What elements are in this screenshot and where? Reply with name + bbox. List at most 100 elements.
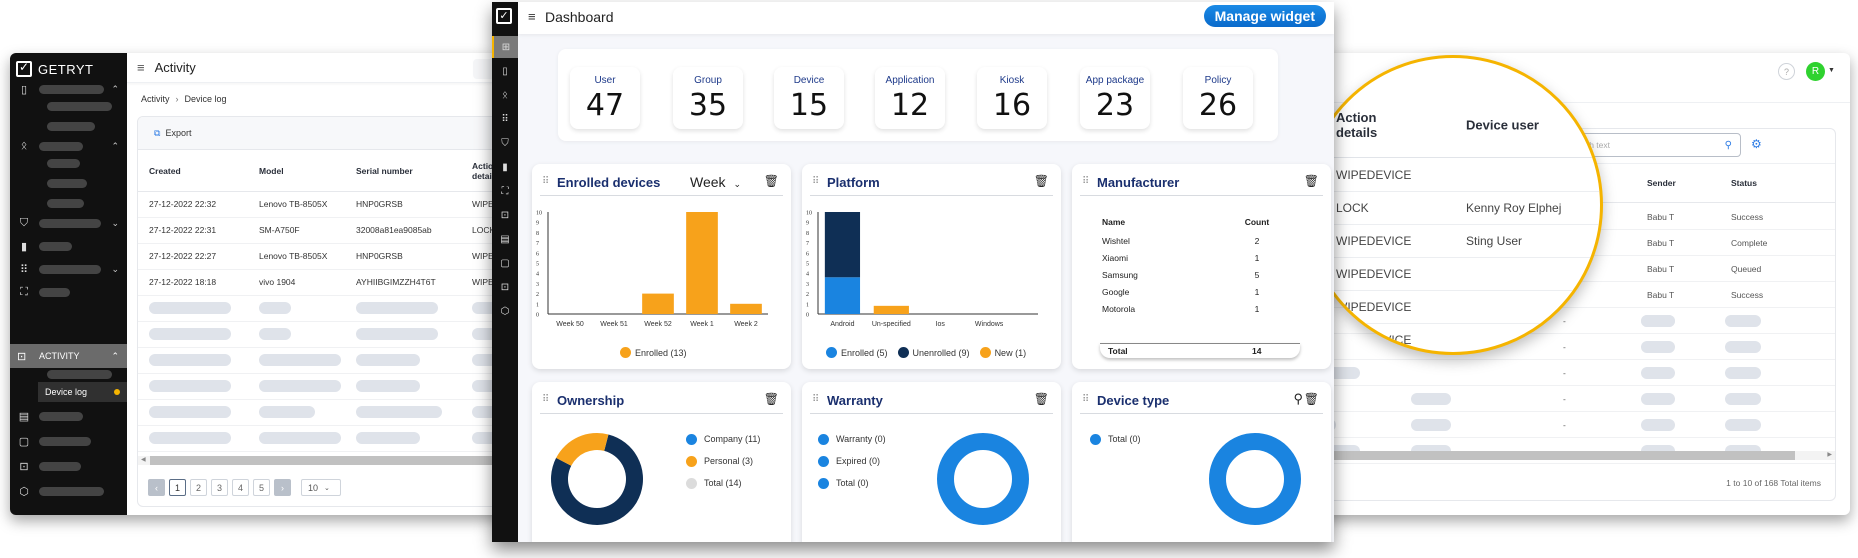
drag-handle-icon[interactable]: ⠿ xyxy=(812,394,819,405)
sidebar-item-apps[interactable]: ⠿ ⌄ xyxy=(10,259,127,279)
table-row[interactable]: 27-12-2022 22:27Lenovo TB-8505XHNP0GRSBW… xyxy=(138,243,526,270)
col-created[interactable]: Created xyxy=(138,151,248,192)
legend-item-total[interactable]: Total (0) xyxy=(818,472,886,494)
avatar[interactable]: R xyxy=(1806,62,1825,81)
nav-map[interactable]: ⛶ xyxy=(492,180,518,202)
nav-security[interactable]: ⛉ xyxy=(492,132,518,154)
legend-item-total[interactable]: Total (14) xyxy=(686,472,760,494)
sidebar-item-clipboard[interactable]: ▢ xyxy=(10,431,127,451)
sidebar-item-security[interactable]: ⛉ ⌄ xyxy=(10,213,127,233)
legend-item-personal[interactable]: Personal (3) xyxy=(686,450,760,472)
nav-kiosk[interactable]: ▮ xyxy=(492,156,518,178)
scroll-right-icon[interactable]: ▶ xyxy=(1827,451,1832,458)
cell-sender: Babu T xyxy=(1647,289,1675,300)
nav-package[interactable]: ⬡ xyxy=(492,300,518,322)
export-button[interactable]: ⧉ Export xyxy=(154,128,191,139)
magnified-row: LOCK Kenny Roy Elphej xyxy=(1306,192,1600,225)
table-row[interactable]: 27-12-2022 18:18 vivo 1904 AYHIIBGIMZZH4T6… xyxy=(138,269,526,296)
hamburger-icon[interactable]: ≡ xyxy=(528,9,536,24)
skeleton-row: - xyxy=(1301,360,1835,386)
period-select[interactable]: Week ⌄ xyxy=(690,174,741,190)
trash-icon[interactable]: 🗑 xyxy=(1034,392,1049,406)
trash-icon[interactable]: 🗑 xyxy=(1034,174,1049,188)
magnified-row: WIPEDEVICE Sting User xyxy=(1306,225,1600,258)
nav-clipboard[interactable]: ▢ xyxy=(492,252,518,274)
stat-card-application[interactable]: Application 12 xyxy=(875,67,945,129)
trash-icon[interactable]: 🗑 xyxy=(764,392,779,406)
col-model[interactable]: Model xyxy=(248,151,345,192)
next-page-button[interactable]: › xyxy=(274,479,291,496)
column-settings-gear-icon[interactable]: ⚙ xyxy=(1751,137,1762,151)
nav-apps[interactable]: ⠿ xyxy=(492,108,518,130)
scrollbar-thumb[interactable] xyxy=(1301,451,1795,460)
legend-item-unenrolled[interactable]: Unenrolled (9) xyxy=(897,347,970,358)
brand-name: GETRYT xyxy=(38,61,94,77)
horizontal-scrollbar[interactable]: ▶ xyxy=(1301,451,1835,460)
drag-handle-icon[interactable]: ⠿ xyxy=(1082,394,1089,405)
search-icon[interactable]: ⚲ xyxy=(1725,140,1732,151)
sidebar-item-kiosk[interactable]: ▮ xyxy=(10,236,127,256)
col-status[interactable]: Status xyxy=(1731,178,1757,188)
chevron-up-icon: ⌃ xyxy=(111,140,119,151)
nav-dashboard[interactable]: ⊞ xyxy=(492,36,518,58)
nav-download[interactable]: ⊡ xyxy=(492,276,518,298)
legend-item-new[interactable]: New (1) xyxy=(979,347,1026,358)
sidebar-item-users[interactable]: ᛟ ⌃ xyxy=(10,136,127,156)
sidebar-item-map[interactable]: ⛶ xyxy=(10,282,127,302)
sidebar-item-devices[interactable]: ▯ ⌃ xyxy=(10,79,127,99)
sidebar-item-reports[interactable]: ▤ xyxy=(10,406,127,426)
stat-card-kiosk[interactable]: Kiosk 16 xyxy=(977,67,1047,129)
legend-item-enrolled[interactable]: Enrolled (13) xyxy=(620,347,687,358)
legend-swatch xyxy=(686,477,697,489)
cell-user: Sting User xyxy=(1466,234,1523,248)
sidebar-subitem-device-log[interactable]: Device log xyxy=(38,382,127,402)
sidebar-item-activity[interactable]: ⊡ ACTIVITY ⌃ xyxy=(10,344,127,368)
nav-activity[interactable]: ⊡ xyxy=(492,204,518,226)
chevron-down-icon: ⌄ xyxy=(733,179,742,189)
y-tick-label: 2 xyxy=(806,292,809,298)
drag-handle-icon[interactable]: ⠿ xyxy=(812,176,819,187)
col-device-user[interactable]: Device user xyxy=(1466,118,1539,133)
device-log-table: Created Model Serial number Action detai… xyxy=(138,151,526,452)
col-action-details[interactable]: Action details xyxy=(1336,110,1406,140)
table-row[interactable]: 27-12-2022 22:31 SM-A750F 32008a81ea9085ab… xyxy=(138,217,526,244)
legend-item-total[interactable]: Total (0) xyxy=(1090,428,1141,450)
hamburger-icon[interactable]: ≡ xyxy=(137,60,145,75)
scroll-left-icon[interactable]: ◀ xyxy=(141,456,146,463)
help-icon[interactable]: ? xyxy=(1778,63,1795,80)
legend-item-enrolled[interactable]: Enrolled (5) xyxy=(826,347,888,358)
drag-handle-icon[interactable]: ⠿ xyxy=(542,176,549,187)
nav-users[interactable]: ᛟ xyxy=(492,84,518,106)
trash-icon[interactable]: 🗑 xyxy=(1304,392,1319,406)
page-button-2[interactable]: 2 xyxy=(190,479,207,496)
caret-down-icon[interactable]: ▼ xyxy=(1828,67,1835,74)
trash-icon[interactable]: 🗑 xyxy=(764,174,779,188)
manage-widget-button[interactable]: Manage widget xyxy=(1203,5,1326,27)
nav-reports[interactable]: ▤ xyxy=(492,228,518,250)
page-button-4[interactable]: 4 xyxy=(232,479,249,496)
page-button-5[interactable]: 5 xyxy=(253,479,270,496)
col-sender[interactable]: Sender xyxy=(1647,178,1676,188)
breadcrumb-parent[interactable]: Activity xyxy=(141,94,170,104)
drag-handle-icon[interactable]: ⠿ xyxy=(542,394,549,405)
sidebar-item-package[interactable]: ⬡ xyxy=(10,481,127,501)
page-button-1[interactable]: 1 xyxy=(169,479,186,496)
legend-item-company[interactable]: Company (11) xyxy=(686,428,760,450)
page-size-select[interactable]: 10 ⌄ xyxy=(301,479,341,496)
stat-card-policy[interactable]: Policy 26 xyxy=(1183,67,1253,129)
nav-devices[interactable]: ▯ xyxy=(492,60,518,82)
search-icon[interactable]: ⚲ xyxy=(1293,391,1303,407)
sidebar-item-download[interactable]: ⊡ xyxy=(10,456,127,476)
col-serial-number[interactable]: Serial number xyxy=(345,151,461,192)
drag-handle-icon[interactable]: ⠿ xyxy=(1082,176,1089,187)
trash-icon[interactable]: 🗑 xyxy=(1304,174,1319,188)
prev-page-button[interactable]: ‹ xyxy=(148,479,165,496)
page-button-3[interactable]: 3 xyxy=(211,479,228,496)
stat-card-user[interactable]: User 47 xyxy=(570,67,640,129)
stat-card-group[interactable]: Group 35 xyxy=(673,67,743,129)
legend-item-warranty[interactable]: Warranty (0) xyxy=(818,428,886,450)
table-row[interactable]: 27-12-2022 22:32Lenovo TB-8505XHNP0GRSBW… xyxy=(138,191,526,218)
stat-card-app-package[interactable]: App package 23 xyxy=(1080,67,1150,129)
legend-item-expired[interactable]: Expired (0) xyxy=(818,450,886,472)
stat-card-device[interactable]: Device 15 xyxy=(774,67,844,129)
